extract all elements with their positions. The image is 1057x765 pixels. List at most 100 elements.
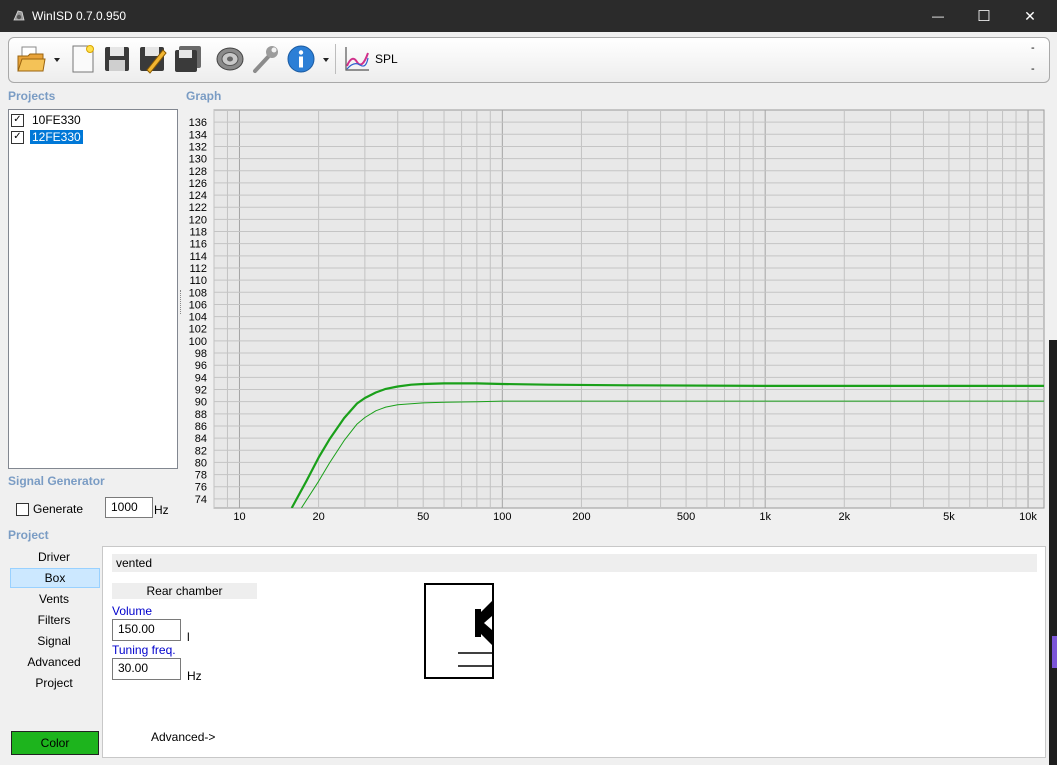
nav-project[interactable]: Project bbox=[10, 674, 98, 692]
y-tick-label: 90 bbox=[195, 397, 207, 409]
signal-generator-heading: Signal Generator bbox=[8, 474, 105, 488]
vented-box-diagram bbox=[424, 583, 494, 679]
y-tick-label: 84 bbox=[195, 433, 207, 445]
advanced-link[interactable]: Advanced-> bbox=[151, 730, 215, 744]
y-tick-label: 118 bbox=[189, 227, 207, 239]
project-checkbox[interactable]: ✓ bbox=[11, 113, 24, 127]
save-all-icon bbox=[175, 46, 201, 72]
project-name[interactable]: 10FE330 bbox=[30, 113, 83, 127]
toolbar-separator bbox=[335, 44, 336, 74]
project-item[interactable]: ✓ 10FE330 bbox=[11, 112, 83, 128]
x-tick-label: 10 bbox=[233, 511, 245, 523]
y-tick-label: 130 bbox=[189, 154, 207, 166]
y-tick-label: 110 bbox=[189, 275, 207, 287]
save-button[interactable] bbox=[101, 43, 133, 75]
spl-chart: 7476788082848688909294969810010210410610… bbox=[189, 109, 1045, 523]
spl-graph[interactable]: 74 76 78 80 82 84 86 88 90 92 94 96 98 100 102 104 106 10… bbox=[186, 108, 1047, 523]
y-tick-label: 82 bbox=[195, 445, 207, 457]
x-tick-label: 500 bbox=[677, 511, 695, 523]
open-folder-icon bbox=[17, 46, 46, 72]
box-type-label[interactable]: vented bbox=[112, 554, 1037, 572]
new-button[interactable] bbox=[67, 43, 99, 75]
x-tick-label: 20 bbox=[312, 511, 324, 523]
graph-heading: Graph bbox=[186, 89, 222, 103]
maximize-button[interactable]: ☐ bbox=[961, 0, 1007, 32]
y-tick-label: 100 bbox=[189, 336, 207, 348]
maximize-icon: ☐ bbox=[977, 8, 991, 25]
info-button[interactable] bbox=[285, 43, 317, 75]
window-title: WinISD 0.7.0.950 bbox=[32, 9, 127, 23]
spl-label[interactable]: SPL bbox=[375, 52, 398, 66]
x-tick-label: 10k bbox=[1019, 511, 1037, 523]
info-dropdown-icon[interactable] bbox=[322, 56, 330, 64]
y-tick-label: 80 bbox=[195, 457, 207, 469]
y-tick-label: 92 bbox=[195, 385, 207, 397]
tuning-freq-input[interactable]: 30.00 bbox=[112, 658, 181, 680]
toolbar-marker-bottom: - bbox=[1031, 63, 1035, 75]
color-button[interactable]: Color bbox=[11, 731, 99, 755]
nav-driver[interactable]: Driver bbox=[10, 548, 98, 566]
project-item-selected[interactable]: ✓ 12FE330 bbox=[11, 129, 84, 145]
save-icon bbox=[105, 47, 129, 71]
minimize-button[interactable]: — bbox=[915, 0, 961, 32]
x-tick-label: 1k bbox=[759, 511, 771, 523]
y-tick-label: 96 bbox=[195, 360, 207, 372]
frequency-input[interactable]: 1000 bbox=[105, 497, 153, 518]
y-tick-label: 102 bbox=[189, 324, 207, 336]
y-tick-label: 134 bbox=[189, 129, 207, 141]
y-tick-label: 106 bbox=[189, 299, 207, 311]
splitter-grip[interactable] bbox=[180, 290, 183, 314]
x-tick-label: 200 bbox=[572, 511, 590, 523]
background-window-accent bbox=[1052, 636, 1057, 668]
driver-button[interactable] bbox=[214, 43, 246, 75]
box-panel bbox=[102, 546, 1046, 758]
x-tick-label: 50 bbox=[417, 511, 429, 523]
close-button[interactable]: ✕ bbox=[1007, 0, 1053, 32]
y-tick-label: 74 bbox=[195, 494, 207, 506]
open-button[interactable] bbox=[15, 43, 47, 75]
y-tick-label: 112 bbox=[189, 263, 207, 275]
close-icon: ✕ bbox=[1024, 7, 1036, 24]
nav-signal[interactable]: Signal bbox=[10, 632, 98, 650]
generate-checkbox-row[interactable]: Generate bbox=[16, 502, 83, 516]
app-speaker-icon bbox=[13, 10, 25, 21]
open-dropdown-icon[interactable] bbox=[53, 56, 61, 64]
nav-advanced[interactable]: Advanced bbox=[10, 653, 98, 671]
frequency-unit: Hz bbox=[154, 503, 169, 517]
y-tick-label: 78 bbox=[195, 470, 207, 482]
tools-button[interactable] bbox=[249, 43, 281, 75]
save-as-button[interactable] bbox=[136, 43, 168, 75]
nav-filters[interactable]: Filters bbox=[10, 611, 98, 629]
rear-chamber-header: Rear chamber bbox=[112, 583, 257, 599]
project-heading: Project bbox=[8, 528, 49, 542]
y-tick-label: 86 bbox=[195, 421, 207, 433]
generate-label[interactable]: Generate bbox=[33, 502, 83, 516]
title-bar: WinISD 0.7.0.950 — ☐ ✕ bbox=[0, 0, 1057, 32]
projects-list[interactable]: ✓ 10FE330 ✓ 12FE330 bbox=[8, 109, 178, 469]
project-name[interactable]: 12FE330 bbox=[29, 129, 84, 145]
project-checkbox[interactable]: ✓ bbox=[11, 130, 24, 144]
main-toolbar: SPL - - bbox=[8, 37, 1050, 83]
tuning-freq-label: Tuning freq. bbox=[112, 643, 176, 657]
y-tick-label: 108 bbox=[189, 287, 207, 299]
generate-checkbox[interactable] bbox=[16, 502, 29, 516]
y-tick-label: 128 bbox=[189, 166, 207, 178]
driver-speaker-icon bbox=[216, 47, 244, 71]
spl-graph-icon bbox=[345, 47, 369, 71]
projects-heading: Projects bbox=[8, 89, 56, 103]
nav-box[interactable]: Box bbox=[10, 568, 100, 588]
volume-label: Volume bbox=[112, 604, 153, 618]
y-tick-label: 132 bbox=[189, 141, 207, 153]
info-icon bbox=[287, 45, 315, 73]
y-tick-label: 136 bbox=[189, 117, 207, 129]
tuning-freq-unit: Hz bbox=[187, 669, 202, 683]
project-nav: Driver Box Vents Filters Signal Advanced… bbox=[8, 546, 100, 758]
save-all-button[interactable] bbox=[172, 43, 204, 75]
y-tick-label: 98 bbox=[195, 348, 207, 360]
y-tick-label: 114 bbox=[189, 251, 207, 263]
y-tick-label: 120 bbox=[189, 214, 207, 226]
volume-input[interactable]: 150.00 bbox=[112, 619, 181, 641]
nav-vents[interactable]: Vents bbox=[10, 590, 98, 608]
minimize-icon: — bbox=[932, 9, 944, 23]
spl-graph-button[interactable] bbox=[341, 43, 373, 75]
